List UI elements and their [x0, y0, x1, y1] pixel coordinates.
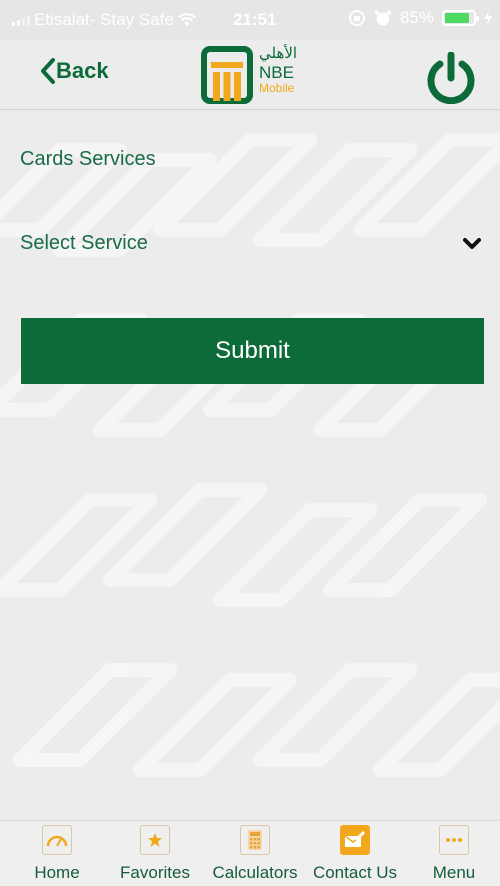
star-icon: [140, 825, 170, 855]
charging-icon: [484, 11, 492, 25]
chevron-down-icon: [463, 238, 481, 249]
tab-menu[interactable]: Menu: [429, 821, 479, 886]
speedometer-icon: [42, 825, 72, 855]
wifi-icon: [177, 13, 196, 26]
back-label: Back: [56, 58, 109, 83]
logo-arabic-text: الأهلي: [259, 44, 298, 62]
tab-favorites[interactable]: Favorites: [115, 821, 195, 886]
signal-strength-icon: [12, 14, 30, 26]
page-title: Cards Services: [20, 148, 156, 170]
tab-contact-us[interactable]: Contact Us: [307, 821, 403, 886]
logo-nbe-text: NBE: [259, 63, 294, 82]
tab-contact-us-label: Contact Us: [312, 863, 398, 882]
navigation-bar: Back الأهلي NBE Mobile: [0, 40, 500, 110]
status-bar: Etisalat- Stay Safe 21:51 85%: [0, 0, 500, 40]
back-button[interactable]: Back: [40, 58, 109, 84]
battery-icon: [442, 10, 479, 26]
rotation-lock-icon: [348, 10, 365, 26]
background-pattern: [0, 133, 500, 777]
tab-calculators-label: Calculators: [212, 863, 298, 882]
status-time: 21:51: [233, 10, 277, 29]
more-dots-icon: [439, 825, 469, 855]
tab-home-label: Home: [34, 863, 80, 882]
battery-percent: 85%: [399, 8, 434, 27]
tab-home[interactable]: Home: [32, 821, 82, 886]
logout-button[interactable]: [424, 51, 478, 109]
service-select[interactable]: Select Service: [0, 228, 500, 264]
nbe-logo: الأهلي NBE Mobile: [201, 46, 297, 104]
carrier-info: Etisalat- Stay Safe: [12, 10, 196, 30]
tab-calculators[interactable]: Calculators: [207, 821, 303, 886]
envelope-pencil-icon: [340, 825, 370, 855]
status-indicators: 85%: [348, 8, 492, 28]
alarm-clock-icon: [374, 10, 392, 26]
carrier-name: Etisalat- Stay Safe: [34, 10, 174, 29]
calculator-icon: [240, 825, 270, 855]
logo-mobile-text: Mobile: [259, 81, 295, 95]
bank-emblem-icon: [201, 46, 253, 104]
bottom-tab-bar: Home Favorites Calculators Contact Us Me…: [0, 820, 500, 886]
battery-level: [445, 13, 469, 23]
select-service-label: Select Service: [20, 232, 148, 254]
power-icon: [427, 51, 475, 105]
submit-button[interactable]: Submit: [21, 318, 484, 384]
tab-favorites-label: Favorites: [120, 863, 190, 882]
tab-menu-label: Menu: [432, 863, 476, 882]
chevron-left-icon: [41, 58, 55, 84]
